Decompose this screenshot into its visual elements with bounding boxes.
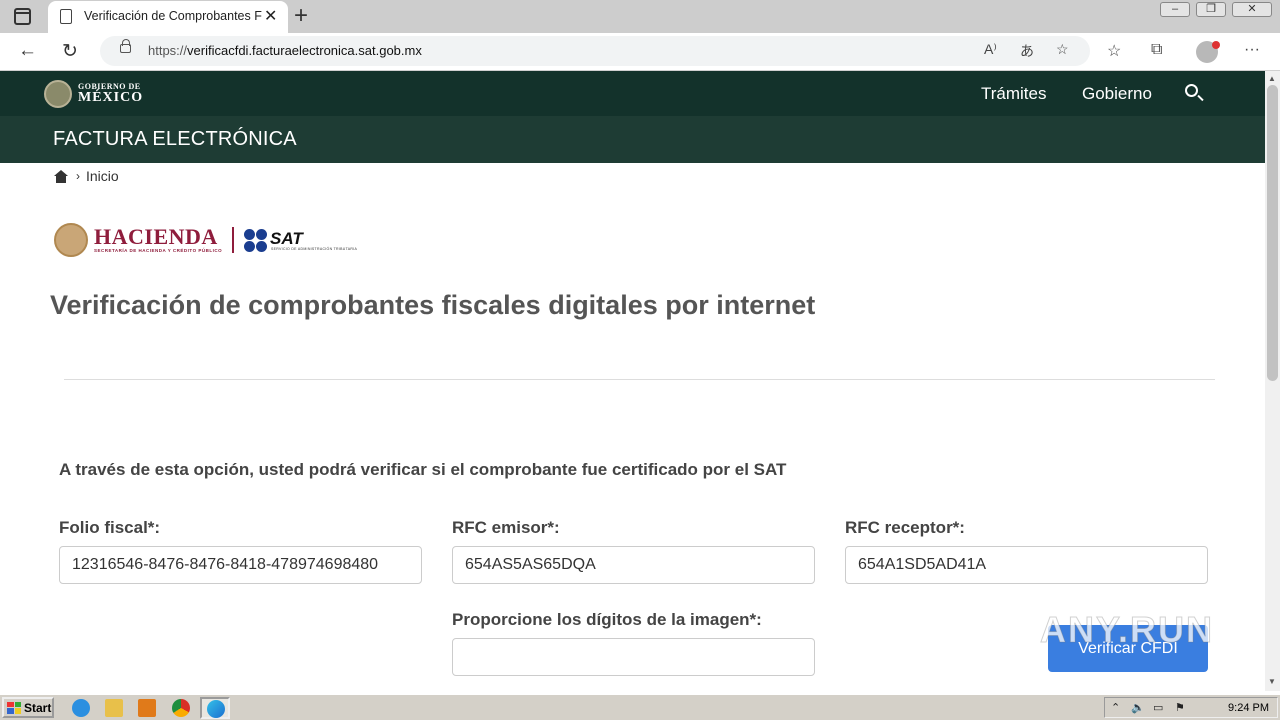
gob-emblem-icon[interactable] bbox=[44, 80, 72, 108]
web-page: GOBIERNO DE MÉXICO Trámites Gobierno FAC… bbox=[0, 71, 1265, 691]
refresh-icon[interactable]: ↻ bbox=[62, 40, 78, 63]
page-scrollbar[interactable]: ▲ ▼ bbox=[1265, 71, 1280, 691]
intro-text: A través de esta opción, usted podrá ver… bbox=[59, 460, 787, 479]
flag-icon[interactable]: ⚑ bbox=[1175, 701, 1185, 714]
section-title[interactable]: FACTURA ELECTRÓNICA bbox=[53, 128, 297, 151]
close-window-icon[interactable]: ✕ bbox=[1232, 2, 1272, 17]
page-icon bbox=[60, 9, 72, 24]
sat-logo-text: SAT bbox=[270, 229, 303, 248]
new-tab-icon[interactable]: + bbox=[294, 2, 308, 30]
more-menu-icon[interactable]: ··· bbox=[1244, 41, 1260, 59]
start-button[interactable]: Start bbox=[2, 697, 54, 718]
captcha-label: Proporcione los dígitos de la imagen*: bbox=[452, 610, 762, 629]
nav-tramites[interactable]: Trámites bbox=[981, 84, 1047, 104]
clock[interactable]: 9:24 PM bbox=[1228, 702, 1269, 714]
folio-input[interactable]: 12316546-8476-8476-8418-478974698480 bbox=[59, 546, 422, 584]
tab-close-icon[interactable]: ✕ bbox=[264, 6, 277, 26]
lock-icon[interactable] bbox=[120, 39, 131, 53]
tab-title: Verificación de Comprobantes Fiscales bbox=[84, 9, 262, 23]
hacienda-logo-text: HACIENDA bbox=[94, 224, 218, 249]
rfc-emisor-input[interactable]: 654AS5AS65DQA bbox=[452, 546, 815, 584]
breadcrumb: › Inicio bbox=[54, 168, 119, 184]
chrome-icon[interactable] bbox=[172, 699, 190, 717]
taskbar: Start ⌃ 🔈 ▭ ⚑ 9:24 PM bbox=[0, 694, 1280, 720]
hacienda-subtitle: SECRETARÍA DE HACIENDA Y CRÉDITO PÚBLICO bbox=[94, 248, 223, 253]
media-player-icon[interactable] bbox=[138, 699, 156, 717]
home-icon[interactable] bbox=[54, 169, 68, 183]
ie-icon[interactable] bbox=[72, 699, 90, 717]
profile-avatar[interactable] bbox=[1196, 41, 1220, 63]
rfc-receptor-input[interactable]: 654A1SD5AD41A bbox=[845, 546, 1208, 584]
gob-logo-text[interactable]: GOBIERNO DE MÉXICO bbox=[78, 81, 143, 105]
gob-header: GOBIERNO DE MÉXICO Trámites Gobierno bbox=[0, 71, 1265, 116]
browser-tab[interactable]: Verificación de Comprobantes Fiscales ✕ bbox=[48, 1, 288, 33]
page-title: Verificación de comprobantes fiscales di… bbox=[50, 290, 816, 320]
nav-gobierno[interactable]: Gobierno bbox=[1082, 84, 1152, 104]
sat-subtitle: SERVICIO DE ADMINISTRACIÓN TRIBUTARIA bbox=[271, 247, 358, 251]
folder-icon[interactable] bbox=[105, 699, 123, 717]
scroll-up-icon[interactable]: ▲ bbox=[1268, 74, 1276, 83]
edge-icon bbox=[207, 700, 225, 718]
rfc-emisor-label: RFC emisor*: bbox=[452, 518, 560, 537]
rfc-receptor-label: RFC receptor*: bbox=[845, 518, 965, 537]
folio-label: Folio fiscal*: bbox=[59, 518, 161, 537]
address-bar-row: ← ↻ https://verificacfdi.facturaelectron… bbox=[0, 33, 1280, 71]
scroll-thumb[interactable] bbox=[1267, 85, 1278, 381]
back-icon[interactable]: ← bbox=[18, 40, 37, 62]
url-text: https://verificacfdi.facturaelectronica.… bbox=[148, 43, 422, 58]
volume-icon[interactable]: 🔈 bbox=[1131, 701, 1145, 714]
hacienda-emblem-icon bbox=[54, 223, 88, 257]
section-bar: FACTURA ELECTRÓNICA bbox=[0, 116, 1265, 163]
url-input[interactable]: https://verificacfdi.facturaelectronica.… bbox=[100, 36, 1090, 66]
captcha-input[interactable] bbox=[452, 638, 815, 676]
sat-logo-icon bbox=[244, 229, 268, 253]
collections-icon[interactable]: ⧉ bbox=[1151, 41, 1162, 59]
add-favorite-icon[interactable]: ☆ bbox=[1056, 41, 1069, 58]
logo-divider bbox=[232, 227, 234, 253]
edge-taskbar-button[interactable] bbox=[200, 697, 230, 719]
scroll-down-icon[interactable]: ▼ bbox=[1268, 677, 1276, 686]
browser-tab-bar: Verificación de Comprobantes Fiscales ✕ … bbox=[0, 0, 1280, 33]
restore-icon[interactable]: ❐ bbox=[1196, 2, 1226, 17]
tray-expand-icon[interactable]: ⌃ bbox=[1111, 701, 1120, 714]
translate-icon[interactable]: あ bbox=[1020, 41, 1034, 61]
window-controls: – ❐ ✕ bbox=[1160, 2, 1272, 17]
search-icon[interactable] bbox=[1185, 84, 1198, 97]
system-tray: ⌃ 🔈 ▭ ⚑ 9:24 PM bbox=[1104, 697, 1278, 718]
anyrun-watermark: ANY.RUN bbox=[1039, 609, 1215, 651]
divider bbox=[64, 379, 1215, 380]
windows-logo-icon bbox=[7, 701, 21, 714]
minimize-icon[interactable]: – bbox=[1160, 2, 1190, 17]
breadcrumb-current[interactable]: Inicio bbox=[86, 168, 119, 184]
chevron-right-icon: › bbox=[76, 169, 80, 183]
tab-actions-icon[interactable] bbox=[14, 8, 31, 25]
network-icon[interactable]: ▭ bbox=[1153, 701, 1163, 714]
favorites-icon[interactable]: ☆ bbox=[1107, 41, 1121, 61]
read-aloud-icon[interactable]: A⁾ bbox=[984, 41, 997, 58]
